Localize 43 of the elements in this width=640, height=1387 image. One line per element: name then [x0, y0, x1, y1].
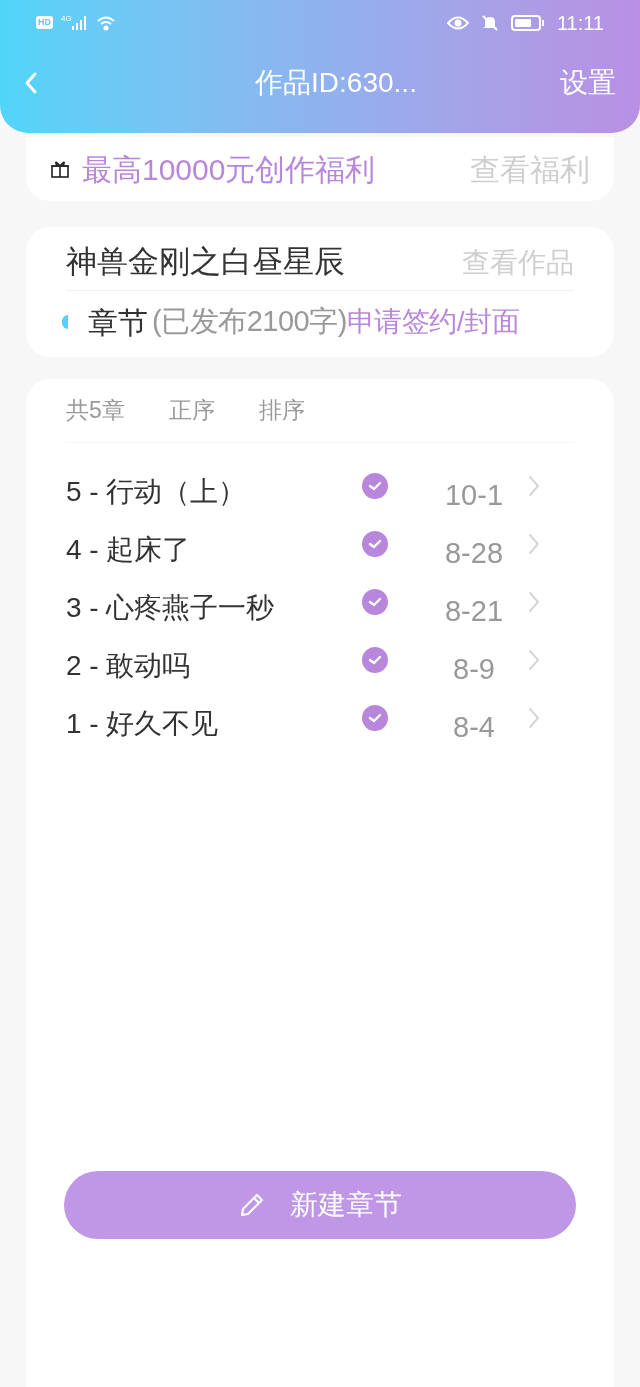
chapter-row[interactable]: 2 - 敢动吗 8-9	[66, 637, 574, 695]
settings-button[interactable]: 设置	[560, 62, 616, 104]
work-title: 神兽金刚之白昼星辰	[66, 243, 345, 282]
benefit-text: 最高10000元创作福利	[82, 151, 376, 188]
chapter-title: 4 - 起床了	[66, 533, 192, 567]
battery-icon	[510, 14, 545, 31]
chapter-title: 1 - 好久不见	[66, 707, 220, 741]
chapter-date: 8-4	[452, 710, 496, 746]
section-marker-icon	[62, 315, 68, 329]
eye-icon	[446, 15, 469, 30]
network-label: 4G	[61, 12, 72, 25]
chapter-date: 10-1	[443, 478, 504, 514]
clock-text: 11:11	[556, 10, 604, 36]
chapter-row[interactable]: 4 - 起床了 8-28	[66, 521, 574, 579]
published-info: (已发布2100字)	[152, 304, 347, 340]
wifi-icon	[95, 14, 116, 31]
chapter-row[interactable]: 5 - 行动（上） 10-1	[66, 463, 574, 521]
chapter-date: 8-21	[443, 594, 504, 630]
chapter-date: 8-28	[443, 536, 504, 572]
order-button[interactable]: 正序	[168, 393, 215, 428]
chapter-date: 8-9	[452, 652, 496, 688]
back-icon	[24, 71, 38, 95]
chapter-row[interactable]: 3 - 心疼燕子一秒 8-21	[66, 579, 574, 637]
chapter-count: 共5章	[66, 396, 125, 426]
chevron-right-icon	[528, 591, 540, 613]
chapter-title: 5 - 行动（上）	[66, 475, 248, 509]
chevron-right-icon	[528, 533, 540, 555]
sort-button[interactable]: 排序	[258, 393, 305, 428]
chapter-row[interactable]: 1 - 好久不见 8-4	[66, 695, 574, 753]
chapter-title: 2 - 敢动吗	[66, 649, 192, 683]
sign-contract-link[interactable]: 申请签约/封面	[346, 301, 520, 343]
chevron-right-icon	[528, 475, 540, 497]
gift-icon	[50, 159, 70, 179]
chevron-right-icon	[528, 649, 540, 671]
bell-muted-icon	[480, 13, 499, 32]
chevron-right-icon	[528, 707, 540, 729]
hd-icon: HD	[36, 16, 53, 29]
pencil-icon	[238, 1191, 266, 1219]
section-label: 章节	[88, 304, 148, 341]
page-title: 作品ID:630...	[255, 66, 417, 100]
new-chapter-button[interactable]: 新建章节	[64, 1171, 576, 1239]
chapter-title: 3 - 心疼燕子一秒	[66, 591, 276, 625]
signal-icon	[71, 15, 88, 30]
